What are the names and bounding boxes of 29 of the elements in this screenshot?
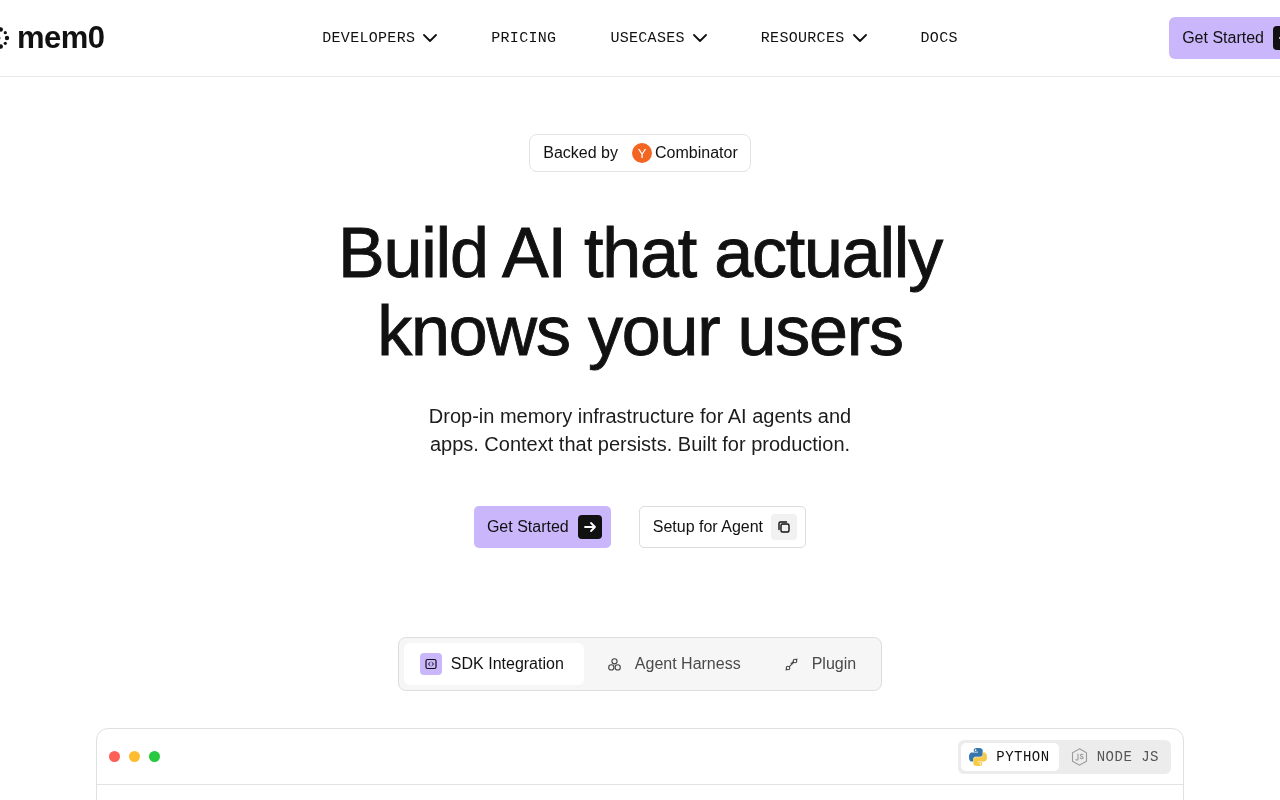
code-icon	[419, 653, 442, 675]
nav-link[interactable]: PRICING	[491, 29, 557, 47]
tab[interactable]: Agent Harness	[587, 643, 761, 685]
nav-link[interactable]: RESOURCES	[760, 29, 867, 47]
tab[interactable]: SDK Integration	[403, 643, 584, 685]
window-dot-icon	[149, 751, 160, 762]
hero-subtitle: Drop-in memory infrastructure for AI agents and apps. Context that persists. Built for production.	[427, 404, 853, 457]
get-started-button[interactable]: Get Started	[1169, 17, 1280, 59]
window-dot-icon	[109, 751, 120, 762]
arrow-right-icon	[577, 515, 602, 539]
python-icon	[969, 747, 988, 766]
window-dot-icon	[129, 751, 140, 762]
copy-icon	[771, 514, 798, 540]
nav-link[interactable]: USECASES	[610, 29, 707, 47]
plug-icon	[785, 657, 799, 671]
language-tab[interactable]: NODE JS	[1062, 742, 1168, 771]
hero-title: Build AI that actually knows your users	[337, 214, 944, 370]
logo-text[interactable]: mem0	[17, 20, 105, 56]
hexagon-icon	[1070, 747, 1088, 766]
nav-link[interactable]: DOCS	[920, 29, 958, 47]
tab[interactable]: Plugin	[764, 643, 877, 685]
nav-link[interactable]: DEVELOPERS	[322, 29, 438, 47]
brand-name: Combinator	[655, 144, 738, 162]
language-tab[interactable]: PYTHON	[961, 742, 1059, 771]
get-started-button[interactable]: Get Started	[473, 506, 611, 548]
badge-text: Backed by	[543, 144, 618, 162]
setup-button[interactable]: Setup for Agent	[638, 506, 807, 548]
letter-logo: Y	[632, 143, 652, 163]
circles-icon	[608, 657, 622, 671]
